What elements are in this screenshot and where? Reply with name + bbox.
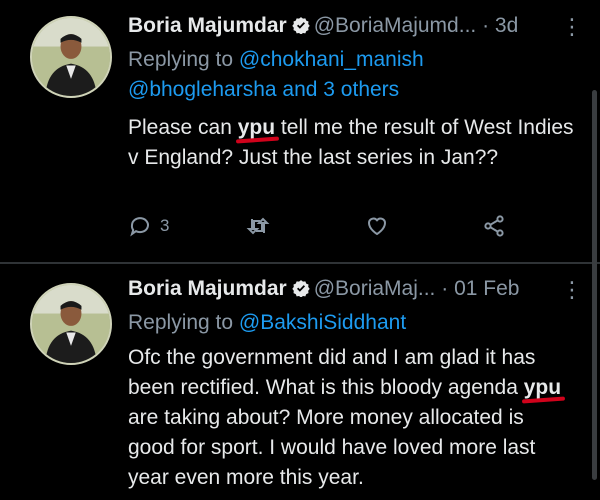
timestamp[interactable]: 3d (495, 14, 518, 37)
tweet-text-part: Please can (128, 116, 238, 139)
reply-count: 3 (160, 216, 170, 235)
timestamp[interactable]: 01 Feb (454, 277, 519, 300)
replying-to-label: Replying to (128, 311, 234, 334)
mention-link[interactable]: @chokhani_manish (239, 48, 424, 71)
tweet[interactable]: Boria Majumdar @BoriaMaj... · 01 Feb ⋮ Re… (0, 265, 600, 500)
tweet-text: Please can ypu tell me the result of Wes… (128, 113, 576, 173)
tweet-divider (0, 262, 600, 264)
user-handle[interactable]: @BoriaMaj... (314, 277, 436, 300)
tweet-text-part: are taking about? More money allocated i… (128, 406, 536, 489)
mention-link-others[interactable]: @bhogleharsha and 3 others (128, 78, 399, 101)
tweet-actions: 3 (128, 214, 528, 248)
verified-badge-icon (292, 17, 310, 34)
highlighted-word: ypu (237, 116, 276, 139)
more-options-icon[interactable]: ⋮ (561, 14, 583, 40)
share-button[interactable] (482, 214, 506, 238)
like-button[interactable] (365, 214, 389, 238)
share-icon (484, 215, 504, 237)
avatar[interactable] (30, 16, 112, 98)
display-name[interactable]: Boria Majumdar (128, 14, 287, 37)
tweet-header: Boria Majumdar @BoriaMaj... · 01 Feb ⋮ (128, 277, 583, 305)
retweet-icon (246, 217, 270, 235)
separator-dot: · (476, 14, 495, 37)
tweet-header: Boria Majumdar @BoriaMajumd... · 3d ⋮ (128, 14, 583, 42)
reply-context: Replying to @chokhani_manish @bhoglehars… (128, 45, 424, 105)
scrollbar[interactable] (592, 90, 597, 480)
user-handle[interactable]: @BoriaMajumd... (314, 14, 477, 37)
more-options-icon[interactable]: ⋮ (561, 277, 583, 303)
avatar[interactable] (30, 283, 112, 365)
verified-badge-icon (292, 280, 310, 297)
retweet-button[interactable] (246, 214, 270, 238)
tweet-text: Ofc the government did and I am glad it … (128, 343, 576, 493)
replying-to-label: Replying to (128, 48, 234, 71)
reply-context: Replying to @BakshiSiddhant (128, 308, 406, 338)
highlighted-word: ypu (523, 376, 562, 399)
tweet[interactable]: Boria Majumdar @BoriaMajumd... · 3d ⋮ Rep… (0, 0, 600, 262)
tweet-text-part: Ofc the government did and I am glad it … (128, 346, 536, 399)
reply-icon (130, 217, 149, 237)
avatar-image (32, 285, 110, 363)
mention-link[interactable]: @BakshiSiddhant (239, 311, 406, 334)
reply-button[interactable]: 3 (128, 214, 169, 238)
avatar-image (32, 18, 110, 96)
separator-dot: · (435, 277, 455, 300)
heart-icon (367, 217, 387, 236)
display-name[interactable]: Boria Majumdar (128, 277, 287, 300)
